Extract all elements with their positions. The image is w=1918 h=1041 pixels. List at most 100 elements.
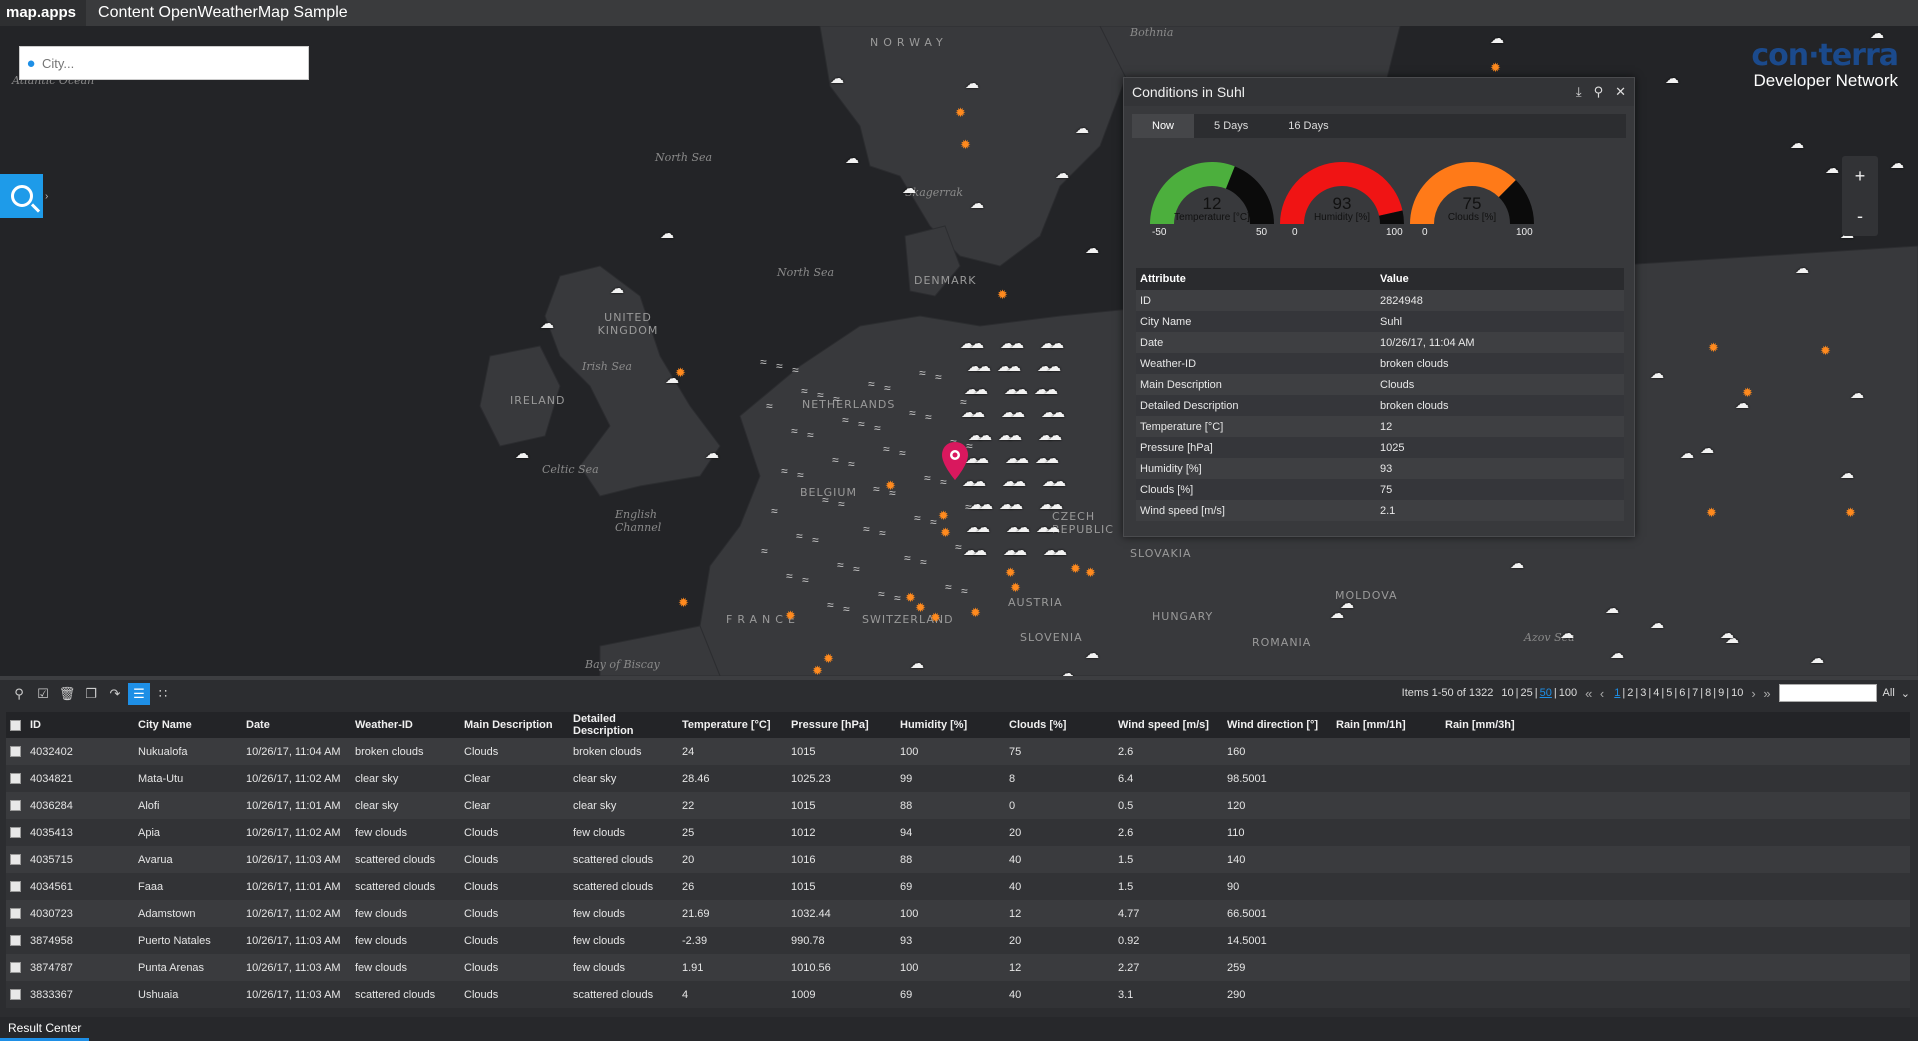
row-checkbox[interactable] — [10, 746, 21, 758]
download-icon[interactable]: ⤓ — [1576, 84, 1582, 100]
page-link-2[interactable]: 2 — [1625, 687, 1635, 699]
tab-now[interactable]: Now — [1132, 114, 1195, 138]
row-checkbox-cell[interactable] — [6, 873, 26, 900]
row-checkbox-cell[interactable] — [6, 819, 26, 846]
column-header[interactable]: Wind direction [°] — [1223, 712, 1332, 738]
next-last-icon[interactable]: › » — [1751, 686, 1772, 701]
page-link-5[interactable]: 5 — [1664, 687, 1674, 699]
column-header[interactable]: Rain [mm/3h] — [1441, 712, 1910, 738]
table-cell: Adamstown — [134, 900, 242, 927]
label-united-kingdom: UNITED KINGDOM — [597, 311, 659, 337]
first-prev-icon[interactable]: « ‹ — [1585, 686, 1606, 701]
column-header[interactable]: Temperature [°C] — [678, 712, 787, 738]
tab-16-days[interactable]: 16 Days — [1268, 114, 1348, 138]
result-center-tab[interactable]: Result Center — [0, 1017, 90, 1041]
row-checkbox[interactable] — [10, 773, 21, 785]
gauge-min: 0 — [1422, 227, 1428, 238]
page-link-6[interactable]: 6 — [1677, 687, 1687, 699]
row-checkbox-cell[interactable] — [6, 954, 26, 981]
conditions-popup: Conditions in Suhl ⤓ ⚲ ✕ Now 5 Days 16 D… — [1123, 77, 1635, 537]
table-row[interactable]: 3833367 Ushuaia 10/26/17, 11:03 AM scattere… — [6, 981, 1910, 1008]
gauge-min: 0 — [1292, 227, 1298, 238]
table-cell: 99 — [896, 765, 1005, 792]
row-checkbox[interactable] — [10, 854, 21, 866]
delete-icon[interactable]: 🗑 — [56, 683, 78, 705]
row-checkbox-cell[interactable] — [6, 792, 26, 819]
row-checkbox[interactable] — [10, 827, 21, 839]
table-row[interactable]: 4030723 Adamstown 10/26/17, 11:02 AM few cl… — [6, 900, 1910, 927]
tab-5-days[interactable]: 5 Days — [1194, 114, 1268, 138]
page-link-9[interactable]: 9 — [1716, 687, 1726, 699]
column-header[interactable]: Date — [242, 712, 351, 738]
cloud-icon: ☁ — [845, 150, 859, 166]
cloud-icon: ☁ — [1052, 473, 1066, 489]
table-row[interactable]: 4035715 Avarua 10/26/17, 11:03 AM scattered… — [6, 846, 1910, 873]
pin-icon[interactable]: ⚲ — [1594, 84, 1604, 100]
page-link-8[interactable]: 8 — [1703, 687, 1713, 699]
row-checkbox[interactable] — [10, 962, 21, 974]
chevron-down-icon[interactable]: ⌄ — [1901, 687, 1910, 700]
column-header[interactable]: Weather-ID — [351, 712, 460, 738]
row-checkbox[interactable] — [10, 881, 21, 893]
row-checkbox-cell[interactable] — [6, 900, 26, 927]
column-header[interactable]: Clouds [%] — [1005, 712, 1114, 738]
table-row[interactable]: 4032402 Nukualofa 10/26/17, 11:04 AM broken… — [6, 738, 1910, 765]
table-row[interactable]: 4035413 Apia 10/26/17, 11:02 AM few clouds C… — [6, 819, 1910, 846]
column-header[interactable]: Main Description — [460, 712, 569, 738]
select-icon[interactable]: ☑ — [32, 683, 54, 705]
city-search-input[interactable] — [42, 55, 292, 71]
table-row[interactable]: 4034561 Faaa 10/26/17, 11:01 AM scattered c… — [6, 873, 1910, 900]
table-row[interactable]: 4034821 Mata-Utu 10/26/17, 11:02 AM clear s… — [6, 765, 1910, 792]
row-checkbox-cell[interactable] — [6, 846, 26, 873]
table-row[interactable]: 4036284 Alofi 10/26/17, 11:01 AM clear sky C… — [6, 792, 1910, 819]
page-size-100[interactable]: 100 — [1557, 687, 1579, 699]
row-checkbox-cell[interactable] — [6, 927, 26, 954]
table-row[interactable]: 3874787 Punta Arenas 10/26/17, 11:03 AM few… — [6, 954, 1910, 981]
page-link-7[interactable]: 7 — [1690, 687, 1700, 699]
attribute-row: ID 2824948 — [1136, 290, 1624, 311]
page-link-1[interactable]: 1 — [1612, 687, 1622, 699]
city-search[interactable]: ● — [19, 46, 309, 80]
mist-icon: ≈ — [802, 573, 809, 587]
filter-scope-select[interactable]: All — [1883, 687, 1895, 699]
search-tool-button[interactable] — [0, 174, 43, 218]
row-checkbox-cell[interactable] — [6, 981, 26, 1008]
chevron-right-icon[interactable]: › — [45, 191, 48, 202]
copy-icon[interactable]: ❐ — [80, 683, 102, 705]
row-checkbox[interactable] — [10, 908, 21, 920]
row-checkbox[interactable] — [10, 989, 21, 1001]
page-size-50[interactable]: 50 — [1538, 687, 1554, 699]
list-view-icon[interactable]: ☰ — [128, 683, 150, 705]
column-header[interactable]: Humidity [%] — [896, 712, 1005, 738]
map-pin-icon[interactable] — [940, 441, 970, 481]
table-cell: 259 — [1223, 954, 1332, 981]
grid-view-icon[interactable]: ∷ — [152, 683, 174, 705]
export-icon[interactable]: ↷ — [104, 683, 126, 705]
page-size-25[interactable]: 25 — [1519, 687, 1535, 699]
zoom-out-button[interactable]: - — [1842, 196, 1878, 236]
row-checkbox[interactable] — [10, 935, 21, 947]
page-size-10[interactable]: 10 — [1499, 687, 1515, 699]
zoom-to-icon[interactable]: ⚲ — [8, 683, 30, 705]
column-header[interactable]: Pressure [hPa] — [787, 712, 896, 738]
app-brand[interactable]: map.apps — [0, 0, 87, 26]
row-checkbox-cell[interactable] — [6, 765, 26, 792]
checkbox[interactable] — [10, 719, 21, 731]
row-checkbox[interactable] — [10, 800, 21, 812]
page-link-4[interactable]: 4 — [1651, 687, 1661, 699]
column-header[interactable]: City Name — [134, 712, 242, 738]
column-header[interactable]: Rain [mm/1h] — [1332, 712, 1441, 738]
filter-input[interactable] — [1778, 684, 1877, 702]
select-all-checkbox[interactable] — [6, 712, 26, 738]
table-row[interactable]: 3874958 Puerto Natales 10/26/17, 11:03 AM f… — [6, 927, 1910, 954]
zoom-in-button[interactable]: + — [1842, 156, 1878, 196]
close-icon[interactable]: ✕ — [1615, 84, 1626, 100]
column-header[interactable]: Wind speed [m/s] — [1114, 712, 1223, 738]
page-link-3[interactable]: 3 — [1638, 687, 1648, 699]
table-cell: few clouds — [351, 819, 460, 846]
row-checkbox-cell[interactable] — [6, 738, 26, 765]
column-header[interactable]: Detailed Description — [569, 712, 678, 738]
value-header: Value — [1376, 268, 1624, 290]
column-header[interactable]: ID — [26, 712, 134, 738]
page-link-10[interactable]: 10 — [1729, 687, 1745, 699]
